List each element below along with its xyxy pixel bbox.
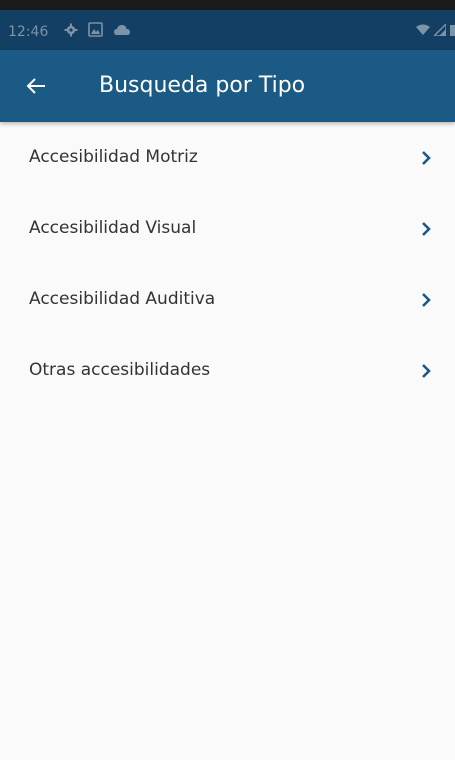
status-time: 12:46 <box>8 24 49 40</box>
battery-icon <box>450 25 455 36</box>
chevron-right-icon <box>422 364 431 378</box>
status-icons-right <box>416 24 455 36</box>
gear-icon <box>64 23 78 36</box>
status-icons-left <box>64 22 131 37</box>
signal-icon <box>434 24 446 36</box>
chevron-right-icon <box>422 293 431 307</box>
arrow-left-icon[interactable] <box>26 77 46 95</box>
page-title: Busqueda por Tipo <box>99 73 306 98</box>
cloud-icon <box>114 24 130 35</box>
back-button[interactable] <box>18 68 54 104</box>
list-item-accesibilidad-auditiva[interactable]: Accesibilidad Auditiva <box>0 264 455 335</box>
app-bar: Busqueda por Tipo <box>0 50 455 122</box>
list-item-label: Accesibilidad Motriz <box>29 147 198 167</box>
device-bezel <box>0 0 455 10</box>
list-item-accesibilidad-visual[interactable]: Accesibilidad Visual <box>0 193 455 264</box>
list-item-label: Otras accesibilidades <box>29 360 211 380</box>
chevron-right-icon <box>422 222 431 236</box>
accessibility-type-list: Accesibilidad Motriz Accesibilidad Visua… <box>0 122 455 406</box>
status-bar: 12:46 <box>0 10 455 50</box>
list-item-label: Accesibilidad Visual <box>29 218 197 238</box>
list-item-label: Accesibilidad Auditiva <box>29 289 216 309</box>
wifi-icon <box>416 24 430 35</box>
chevron-right-icon <box>422 151 431 165</box>
list-item-accesibilidad-motriz[interactable]: Accesibilidad Motriz <box>0 122 455 193</box>
list-item-otras-accesibilidades[interactable]: Otras accesibilidades <box>0 335 455 406</box>
image-icon <box>88 22 103 37</box>
